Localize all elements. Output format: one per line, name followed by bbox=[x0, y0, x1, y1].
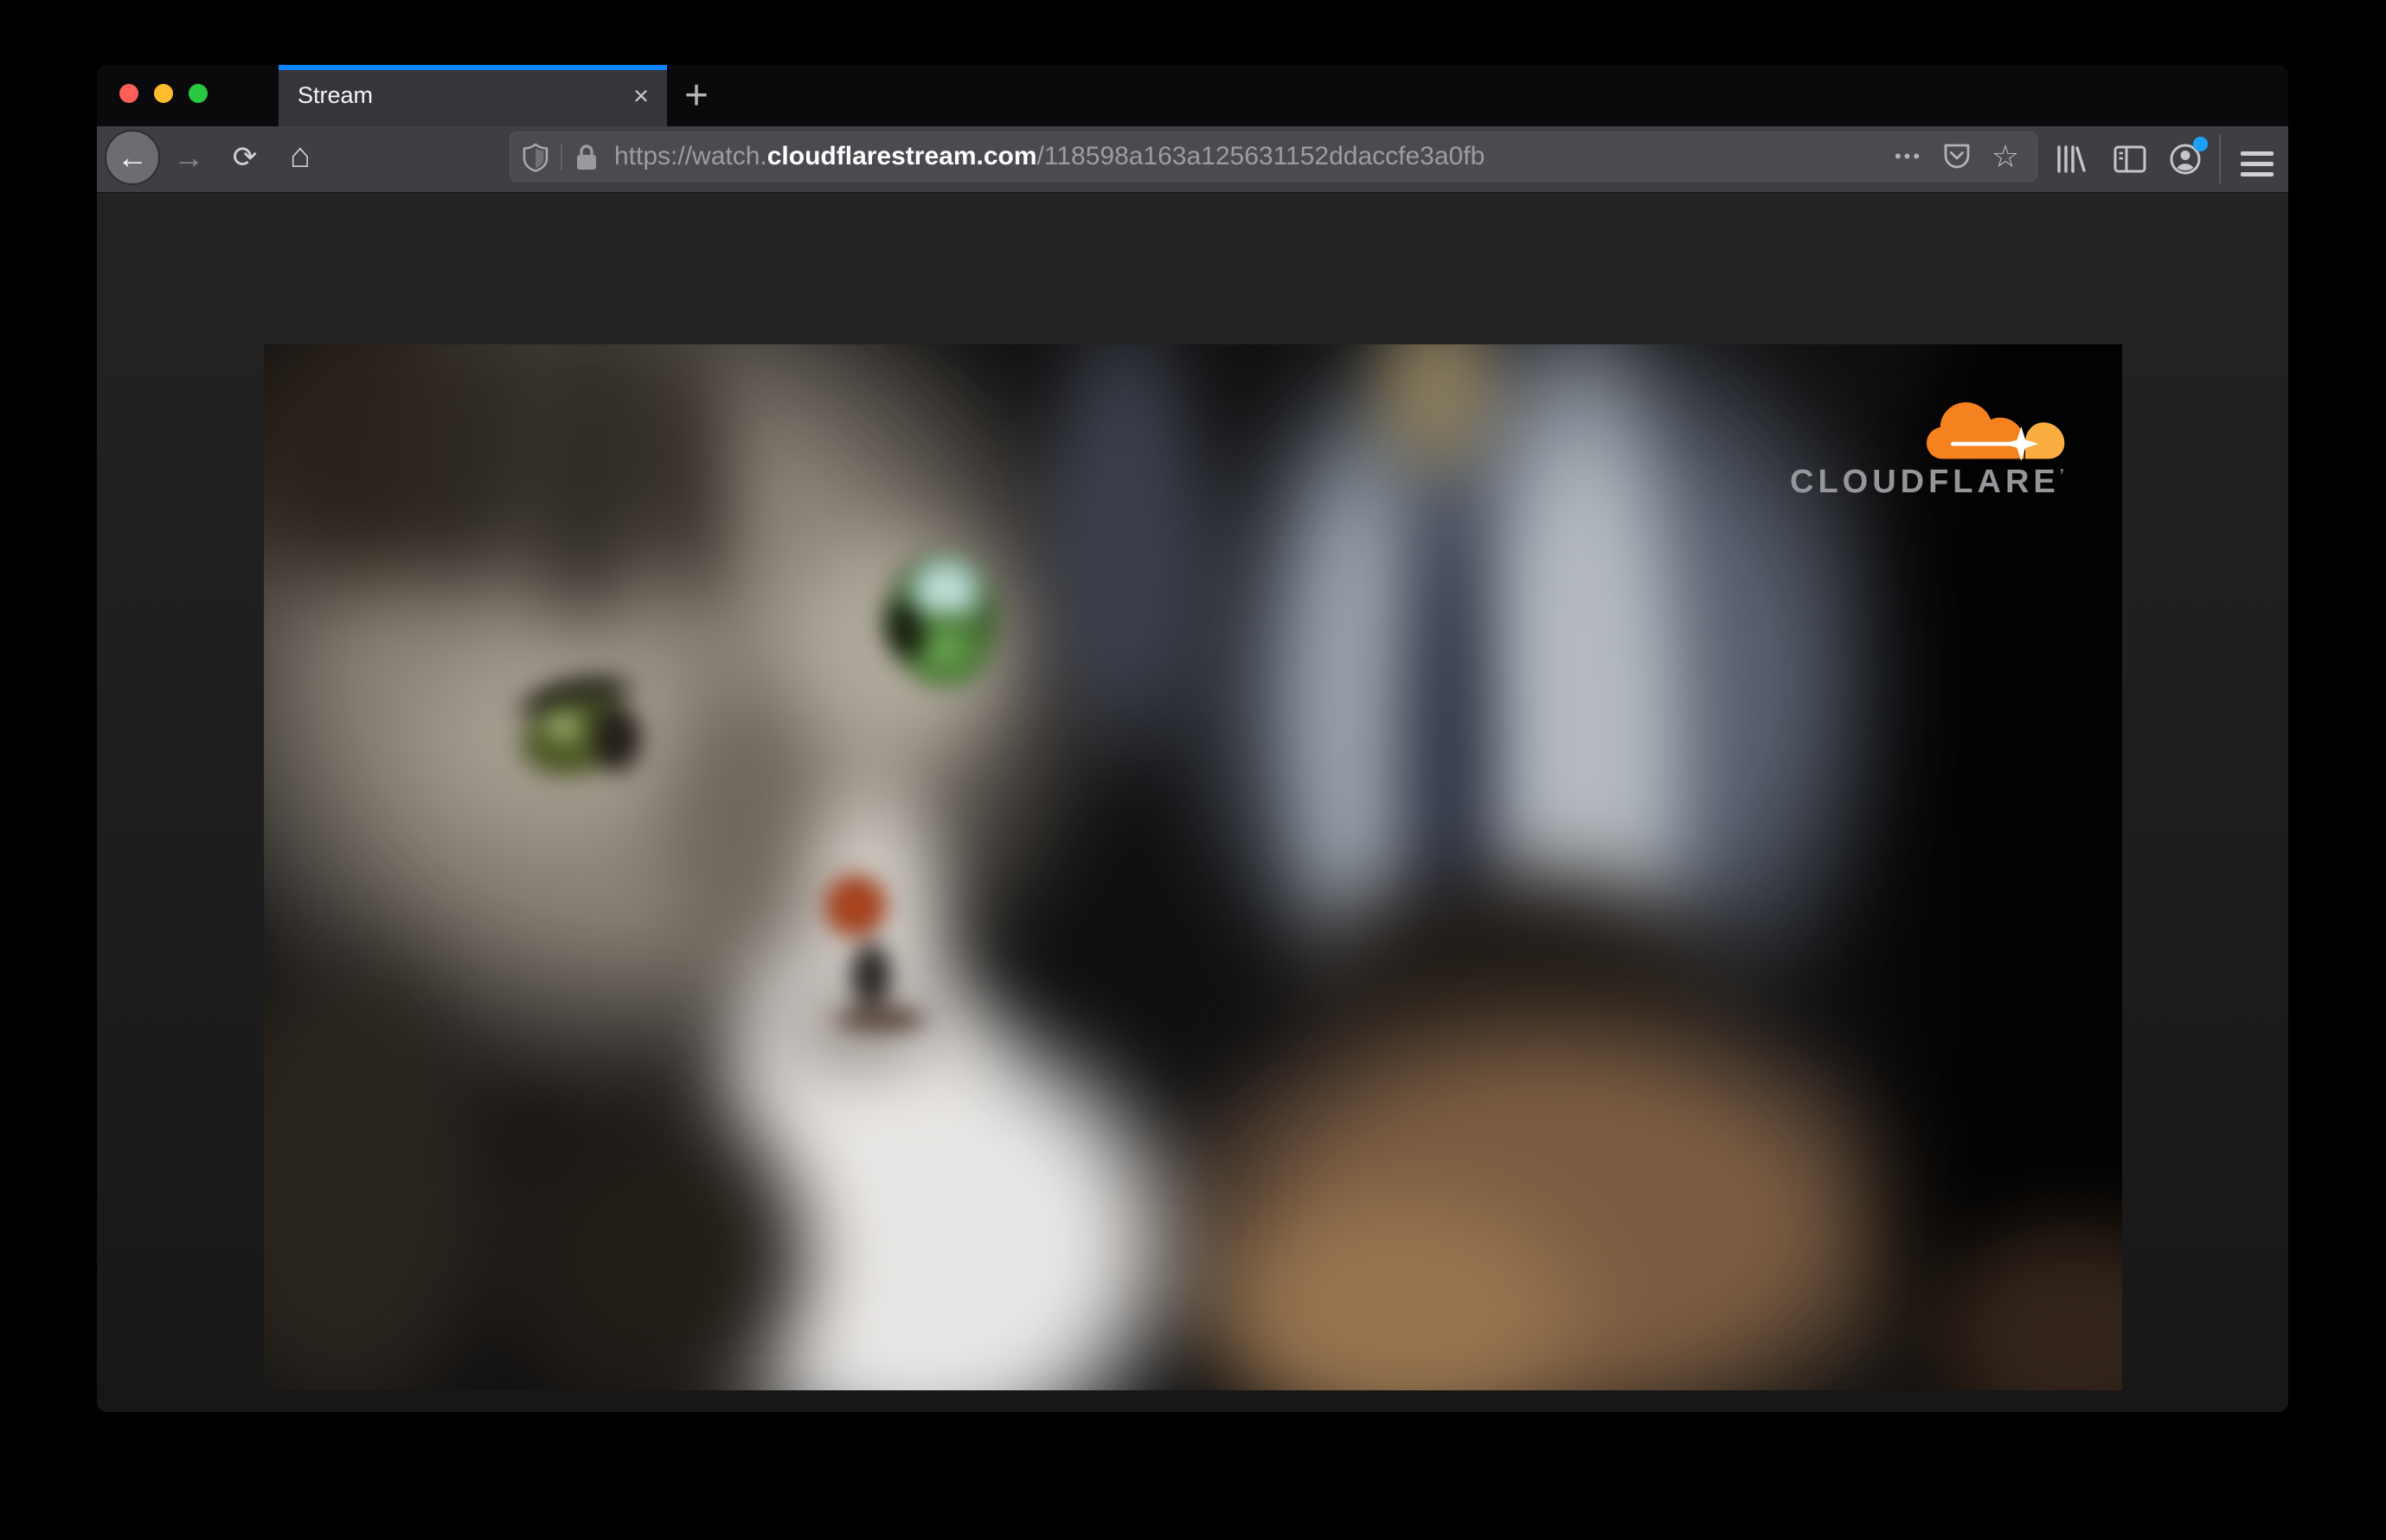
tab-title: Stream bbox=[298, 82, 374, 108]
pocket-save-button[interactable] bbox=[1933, 132, 1981, 181]
trademark-mark: ’ bbox=[2059, 466, 2064, 484]
sidebar-toggle-button[interactable] bbox=[2107, 137, 2152, 182]
page-actions-button[interactable]: ••• bbox=[1884, 132, 1933, 181]
tab-close-button[interactable]: × bbox=[622, 77, 660, 115]
back-button[interactable]: ← bbox=[105, 130, 160, 185]
bookmark-star-button[interactable]: ☆ bbox=[1981, 132, 2030, 181]
sidebar-icon bbox=[2113, 145, 2146, 173]
zoom-window-button[interactable] bbox=[189, 84, 208, 103]
tracking-protection-shield-icon[interactable] bbox=[520, 142, 551, 173]
reload-icon: ⟳ bbox=[232, 141, 258, 174]
close-window-button[interactable] bbox=[119, 84, 138, 103]
new-tab-button[interactable]: + bbox=[670, 72, 722, 120]
toolbar-divider bbox=[2219, 135, 2221, 183]
url-text: https://watch.cloudflarestream.com/11859… bbox=[614, 132, 1485, 181]
video-player[interactable]: CLOUDFLARE’ bbox=[264, 344, 2122, 1390]
minimize-window-button[interactable] bbox=[154, 84, 173, 103]
account-notification-dot bbox=[2193, 137, 2208, 151]
cloudflare-cloud-icon bbox=[1927, 402, 2065, 460]
page-content: CLOUDFLARE’ bbox=[97, 193, 2288, 1412]
pocket-icon bbox=[1944, 144, 1970, 169]
url-path: /118598a163a125631152ddaccfe3a0fb bbox=[1036, 142, 1485, 170]
library-icon bbox=[2057, 145, 2086, 173]
url-scheme-host: https://watch. bbox=[614, 142, 767, 170]
cat-face-features bbox=[264, 344, 2122, 1390]
browser-window: Stream × + ← → ⟳ ⌂ https://watch.cloudfl… bbox=[97, 65, 2288, 1412]
navigation-toolbar: ← → ⟳ ⌂ https://watch.cloudflarestream.c… bbox=[97, 126, 2288, 193]
url-domain: cloudflarestream.com bbox=[766, 142, 1037, 170]
window-controls bbox=[119, 84, 208, 103]
cloudflare-wordmark: CLOUDFLARE’ bbox=[1790, 464, 2064, 500]
reload-button[interactable]: ⟳ bbox=[224, 137, 266, 178]
lock-icon[interactable] bbox=[573, 143, 600, 172]
home-icon: ⌂ bbox=[289, 137, 311, 175]
cloudflare-logo: CLOUDFLARE’ bbox=[1786, 393, 2085, 501]
tab-stream[interactable]: Stream × bbox=[279, 65, 667, 126]
url-bar[interactable]: https://watch.cloudflarestream.com/11859… bbox=[510, 132, 2037, 182]
menu-button[interactable] bbox=[2235, 137, 2280, 182]
home-button[interactable]: ⌂ bbox=[279, 135, 321, 176]
url-bar-divider bbox=[561, 144, 562, 170]
library-button[interactable] bbox=[2047, 137, 2092, 182]
forward-button[interactable]: → bbox=[168, 137, 209, 178]
tab-bar: Stream × + bbox=[97, 65, 2288, 126]
forward-icon: → bbox=[173, 139, 204, 175]
hamburger-icon bbox=[2241, 151, 2274, 156]
back-icon: ← bbox=[117, 139, 148, 175]
cat-nose bbox=[818, 868, 894, 944]
